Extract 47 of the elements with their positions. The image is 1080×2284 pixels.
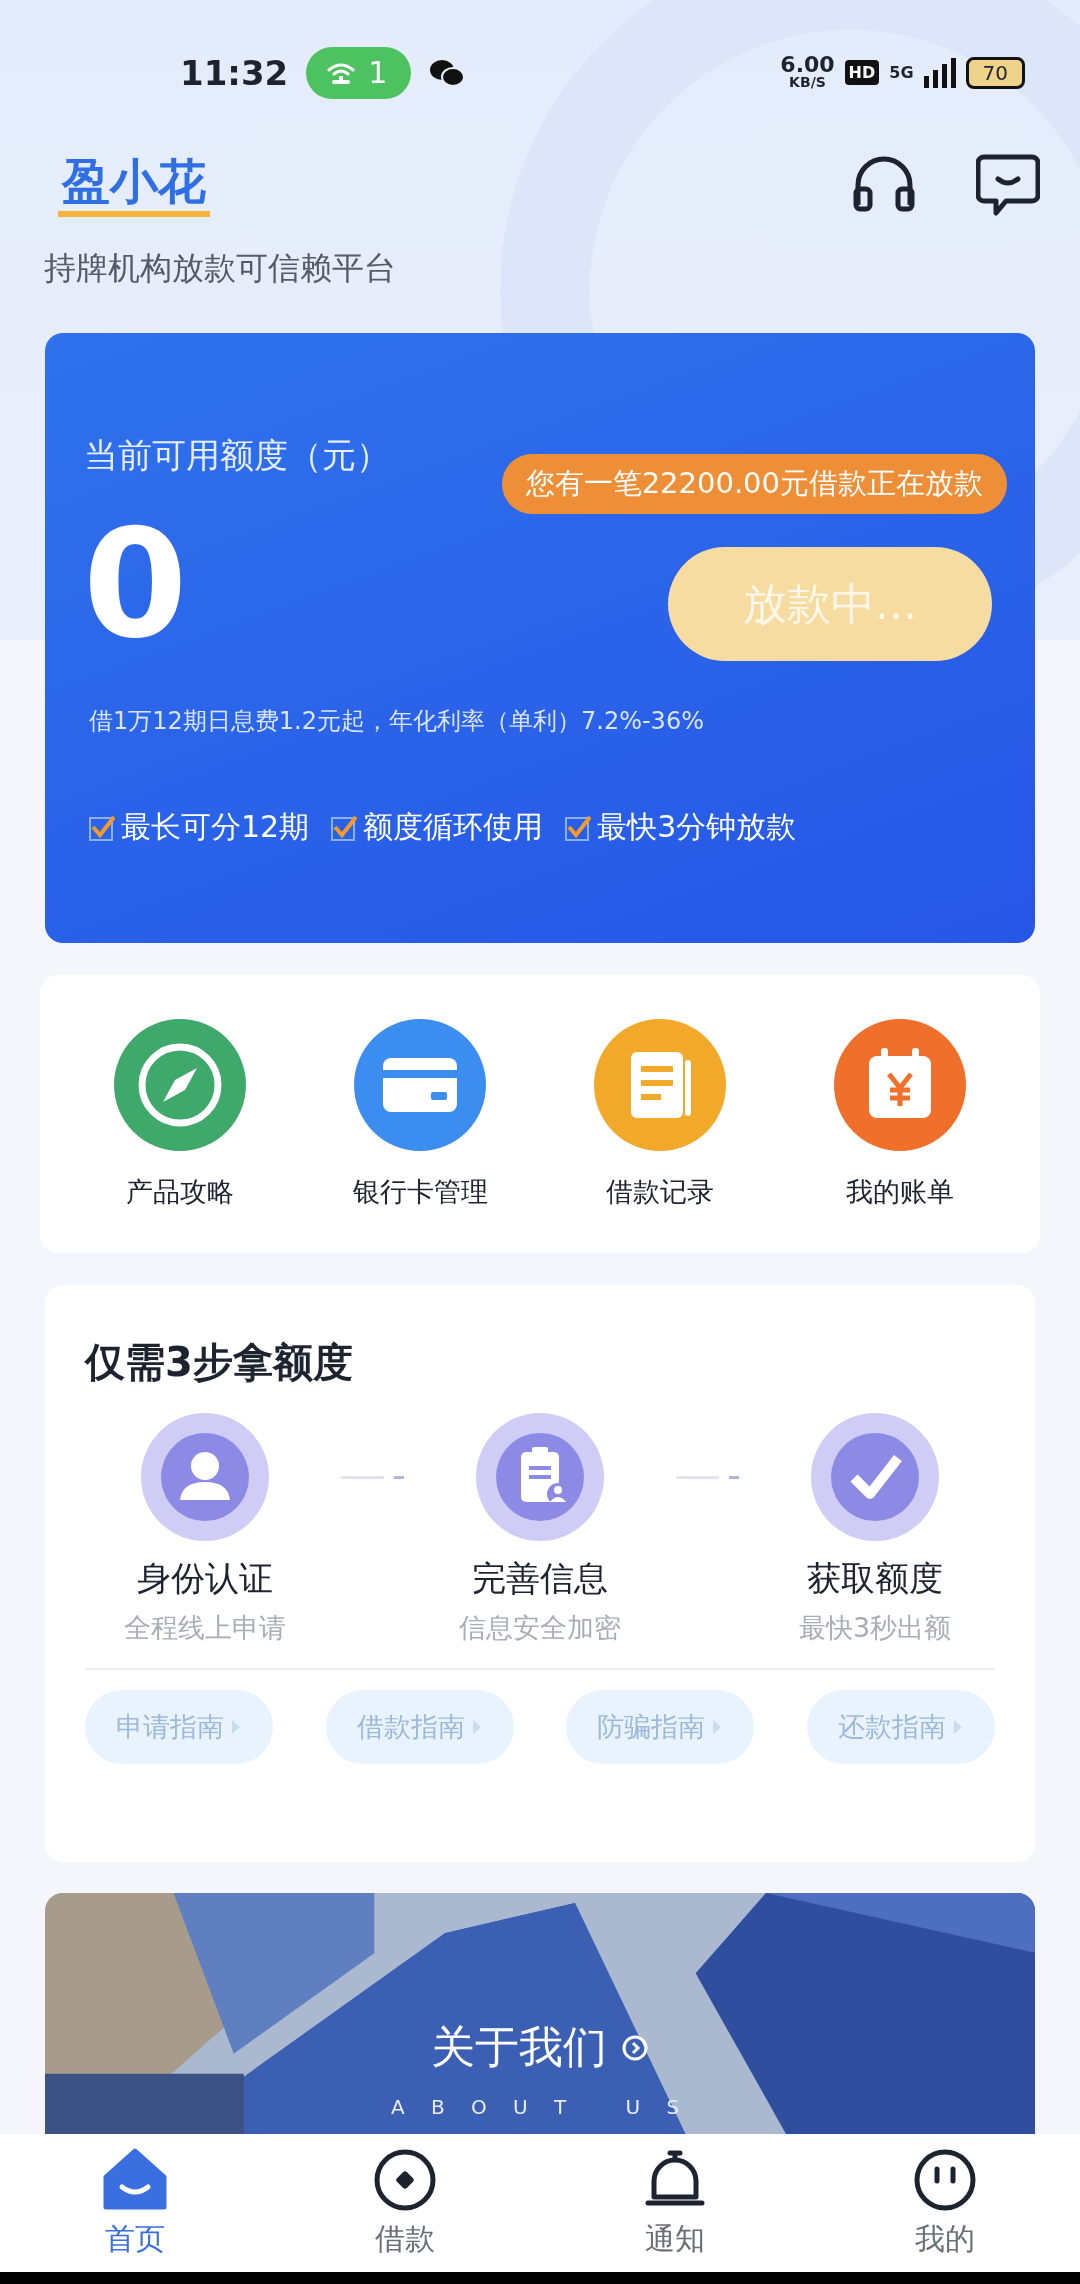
shortcut-label[interactable]: 借款记录 [606, 1174, 714, 1210]
triangle-icon [951, 1718, 964, 1736]
triangle-icon [470, 1718, 483, 1736]
feature-label: 最快3分钟放款 [597, 808, 797, 846]
step-subtitle: 全程线上申请 [124, 1611, 286, 1645]
clipboard-icon [475, 1412, 605, 1542]
step-title: 获取额度 [807, 1557, 943, 1600]
steps-title: 仅需3步拿额度 [85, 1338, 354, 1387]
shortcut-label[interactable]: 产品攻略 [126, 1174, 234, 1210]
tagline: 持牌机构放款可信赖平台 [44, 248, 397, 289]
shortcut-label[interactable]: 银行卡管理 [352, 1174, 488, 1210]
chat-bubbles-icon [429, 57, 466, 88]
signal-icon [923, 57, 956, 88]
person-icon [140, 1412, 270, 1542]
tab[interactable]: 我的 [845, 2146, 1045, 2260]
status-tooltip: 您有一笔22200.00元借款正在放款 [501, 454, 1007, 514]
bank-card-icon[interactable] [353, 1018, 487, 1152]
app-logo: 盈小花 [58, 153, 210, 217]
chevron-circle-icon[interactable] [621, 2033, 649, 2062]
rate-note: 借1万12期日息费1.2元起，年化利率（单利）7.2%-36% [89, 706, 705, 737]
clock: 11:32 [180, 52, 289, 93]
feature-label: 额度循环使用 [363, 808, 544, 846]
calendar-yen-icon[interactable] [833, 1018, 967, 1152]
step-title: 身份认证 [137, 1557, 273, 1600]
hotspot-badge: 1 [306, 46, 412, 99]
shortcut-label[interactable]: 我的账单 [846, 1174, 954, 1210]
network-type: 5G [889, 63, 914, 82]
step-subtitle: 信息安全加密 [459, 1611, 621, 1645]
credit-label: 当前可用额度（元） [84, 434, 391, 477]
banner-subtitle: A B O U T U S [389, 2095, 691, 2119]
tab[interactable]: 通知 [575, 2146, 775, 2260]
compass-icon[interactable] [113, 1018, 247, 1152]
step-subtitle: 最快3秒出额 [798, 1611, 952, 1645]
checkmark-icon [810, 1412, 940, 1542]
home-icon [102, 2146, 168, 2213]
battery-level: 70 [965, 56, 1025, 89]
message-icon[interactable] [976, 153, 1040, 217]
tab[interactable]: 首页 [35, 2146, 235, 2260]
credit-amount: 0 [83, 509, 188, 659]
hd-badge: HD [844, 60, 880, 85]
about-us-link[interactable]: 关于我们 [431, 2018, 607, 2077]
network-speed: 6.00 KB/S [780, 55, 835, 90]
document-icon[interactable] [593, 1018, 727, 1152]
triangle-icon [230, 1718, 242, 1736]
tab[interactable]: 借款 [305, 2146, 505, 2260]
step-title: 完善信息 [472, 1557, 608, 1600]
feature-label: 最长可分12期 [121, 808, 310, 846]
